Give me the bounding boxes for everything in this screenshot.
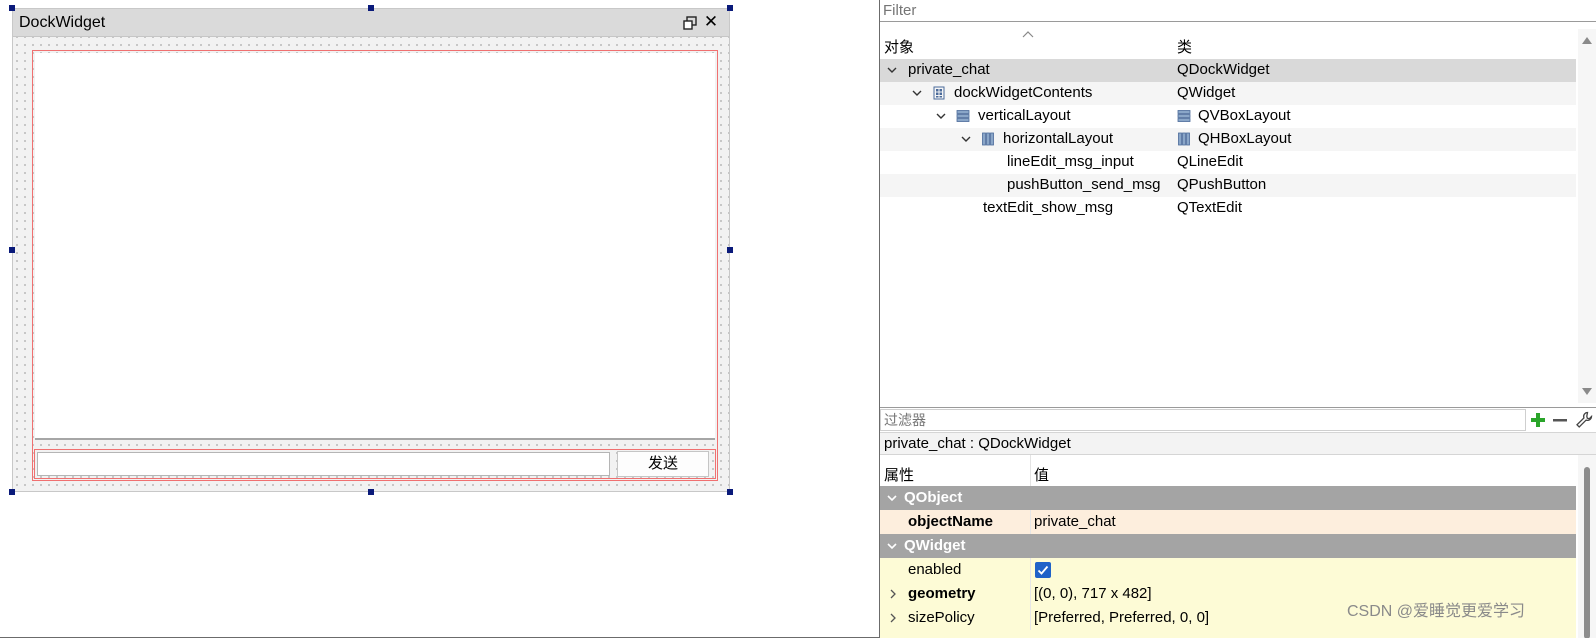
property-filter-input[interactable] xyxy=(880,409,1526,431)
group-name: QWidget xyxy=(904,537,966,554)
column-separator xyxy=(1030,455,1031,486)
cell-separator xyxy=(1030,558,1031,582)
tree-item-class: QPushButton xyxy=(1177,176,1267,193)
object-filter-input[interactable] xyxy=(880,0,1596,22)
property-row-enabled[interactable]: enabled xyxy=(880,558,1576,582)
property-row-partial xyxy=(880,630,1576,638)
property-group-qobject[interactable]: QObject xyxy=(880,486,1576,510)
grid-layout-icon xyxy=(933,86,945,100)
property-value[interactable]: private_chat xyxy=(1034,513,1116,530)
chevron-right-icon[interactable] xyxy=(888,588,898,600)
property-group-qwidget[interactable]: QWidget xyxy=(880,534,1576,558)
watermark: CSDN @爱睡觉更爱学习 xyxy=(1347,603,1526,620)
tree-item-name: private_chat xyxy=(908,61,990,78)
resize-handle-ml[interactable] xyxy=(9,247,15,253)
resize-handle-tl[interactable] xyxy=(9,5,15,11)
column-class[interactable]: 类 xyxy=(1177,36,1192,57)
tree-item-name: verticalLayout xyxy=(978,107,1071,124)
property-header: 属性 值 xyxy=(880,455,1576,486)
tree-row-text-edit-show-msg[interactable]: textEdit_show_msg QTextEdit xyxy=(880,197,1576,220)
add-property-icon[interactable] xyxy=(1528,410,1548,430)
tree-item-class: QVBoxLayout xyxy=(1198,107,1291,124)
property-value[interactable]: [(0, 0), 717 x 482] xyxy=(1034,585,1152,602)
column-object[interactable]: 对象 xyxy=(884,36,914,57)
send-button[interactable]: 发送 xyxy=(617,451,709,477)
scroll-down-icon[interactable] xyxy=(1582,388,1592,395)
tree-row-private-chat[interactable]: private_chat QDockWidget xyxy=(880,59,1576,82)
cell-separator xyxy=(1030,606,1031,630)
column-property[interactable]: 属性 xyxy=(884,464,914,485)
object-tree: private_chat QDockWidget dockWidgetConte… xyxy=(880,59,1576,220)
tree-item-class: QDockWidget xyxy=(1177,61,1270,78)
chevron-down-icon[interactable] xyxy=(935,110,947,122)
tree-row-push-button-send-msg[interactable]: pushButton_send_msg QPushButton xyxy=(880,174,1576,197)
property-name: geometry xyxy=(908,585,976,602)
tree-item-name: lineEdit_msg_input xyxy=(1007,153,1134,170)
tree-item-name: dockWidgetContents xyxy=(954,84,1093,101)
line-edit-msg-input[interactable] xyxy=(37,452,610,476)
chevron-down-icon[interactable] xyxy=(886,540,898,552)
close-icon[interactable]: ✕ xyxy=(703,12,719,32)
chevron-down-icon[interactable] xyxy=(960,133,972,145)
resize-handle-mr[interactable] xyxy=(727,247,733,253)
tree-item-name: textEdit_show_msg xyxy=(983,199,1114,216)
property-name: objectName xyxy=(908,513,994,530)
text-edit-show-msg[interactable] xyxy=(35,53,715,440)
cell-separator xyxy=(1030,582,1031,606)
tree-item-name: pushButton_send_msg xyxy=(1007,176,1161,193)
tree-item-class: QLineEdit xyxy=(1177,153,1243,170)
vertical-layout-icon xyxy=(1177,110,1191,122)
vertical-layout-frame: 发送 xyxy=(32,50,718,481)
checkmark-icon xyxy=(1037,565,1049,575)
horizontal-layout-icon xyxy=(982,132,994,146)
object-inspector: 对象 类 private_chat QDockWidget dockWidget… xyxy=(880,0,1596,407)
resize-handle-bl[interactable] xyxy=(9,489,15,495)
enabled-checkbox[interactable] xyxy=(1035,562,1051,578)
scrollbar-thumb[interactable] xyxy=(1584,467,1590,638)
property-name: sizePolicy xyxy=(908,609,975,626)
float-icon[interactable] xyxy=(683,16,697,30)
resize-handle-bc[interactable] xyxy=(368,489,374,495)
column-value[interactable]: 值 xyxy=(1034,464,1049,485)
chevron-down-icon[interactable] xyxy=(886,64,898,76)
chevron-down-icon[interactable] xyxy=(911,87,923,99)
property-value[interactable]: [Preferred, Preferred, 0, 0] xyxy=(1034,609,1209,626)
tree-item-class: QTextEdit xyxy=(1177,199,1243,216)
cell-separator xyxy=(1030,510,1031,534)
dock-title: DockWidget xyxy=(19,14,106,31)
remove-property-icon[interactable] xyxy=(1550,410,1570,430)
tree-item-class: QHBoxLayout xyxy=(1198,130,1292,147)
dock-widget-preview[interactable]: DockWidget ✕ 发送 xyxy=(12,8,730,492)
chevron-right-icon[interactable] xyxy=(888,612,898,624)
resize-handle-tr[interactable] xyxy=(727,5,733,11)
form-canvas[interactable]: DockWidget ✕ 发送 xyxy=(0,0,880,638)
resize-handle-br[interactable] xyxy=(727,489,733,495)
horizontal-layout-icon xyxy=(1178,132,1190,146)
chevron-down-icon[interactable] xyxy=(886,492,898,504)
object-tree-scrollbar[interactable] xyxy=(1578,29,1596,403)
resize-handle-tc[interactable] xyxy=(368,5,374,11)
tree-row-vertical-layout[interactable]: verticalLayout QVBoxLayout xyxy=(880,105,1576,128)
property-row-object-name[interactable]: objectName private_chat xyxy=(880,510,1576,534)
scroll-up-icon[interactable] xyxy=(1582,37,1592,44)
tree-row-horizontal-layout[interactable]: horizontalLayout QHBoxLayout xyxy=(880,128,1576,151)
property-scrollbar[interactable] xyxy=(1578,455,1596,638)
tree-row-dock-widget-contents[interactable]: dockWidgetContents QWidget xyxy=(880,82,1576,105)
tree-row-line-edit-msg-input[interactable]: lineEdit_msg_input QLineEdit xyxy=(880,151,1576,174)
sort-ascending-icon xyxy=(1022,31,1034,38)
tree-item-class: QWidget xyxy=(1177,84,1236,101)
group-name: QObject xyxy=(904,489,963,506)
tree-item-name: horizontalLayout xyxy=(1003,130,1114,147)
wrench-icon[interactable] xyxy=(1574,410,1594,430)
property-name: enabled xyxy=(908,561,962,578)
property-object-label: private_chat : QDockWidget xyxy=(880,432,1596,455)
vertical-layout-icon xyxy=(956,110,970,122)
object-tree-header: 对象 类 xyxy=(880,29,1580,59)
dock-title-bar[interactable]: DockWidget ✕ xyxy=(13,9,729,37)
horizontal-layout-frame: 发送 xyxy=(34,449,716,479)
